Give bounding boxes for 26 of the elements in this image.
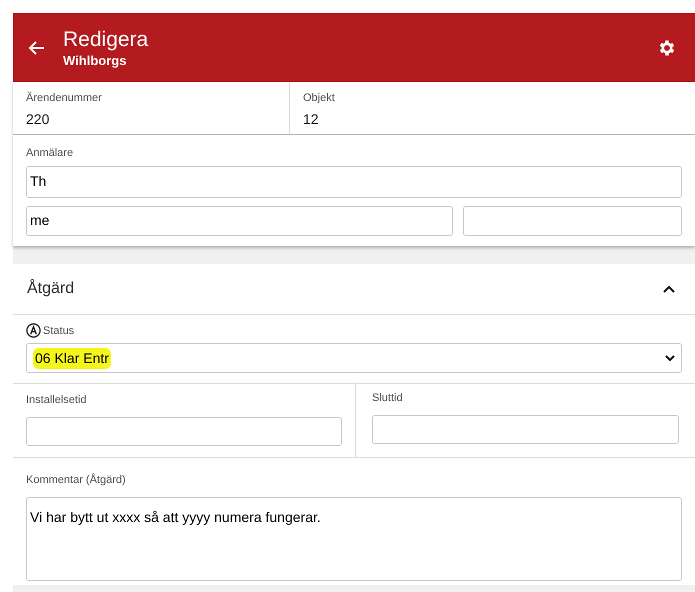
page-title: Redigera: [63, 26, 148, 52]
status-dropdown[interactable]: 06 Klar Entr: [26, 343, 682, 373]
comment-field[interactable]: Vi har bytt ut xxxx så att yyyy numera fungerar.: [26, 496, 682, 580]
input-field[interactable]: [372, 414, 679, 444]
input-field[interactable]: [26, 416, 342, 446]
field-label: Objekt: [303, 91, 336, 106]
field-label: Ärendenummer: [26, 90, 103, 106]
field-label: Anmälare: [26, 146, 74, 161]
input-field[interactable]: Th: [26, 166, 682, 198]
field-label: Sluttid: [372, 391, 404, 406]
input-field[interactable]: [463, 206, 682, 236]
a-circle-icon: [26, 323, 41, 338]
field-value: 220: [26, 110, 50, 128]
settings-icon[interactable]: [657, 38, 677, 58]
chevron-down-icon: [665, 354, 675, 362]
field-label: Status: [43, 324, 74, 338]
field-label: Installelsetid: [26, 393, 88, 408]
field-label: Kommentar (Åtgärd): [26, 472, 127, 488]
input-field[interactable]: me: [26, 206, 453, 236]
section-title: Åtgärd: [27, 278, 74, 298]
page-subtitle: Wihlborgs: [63, 52, 128, 68]
field-value: 12: [303, 110, 320, 128]
status-value: 06 Klar Entr: [33, 348, 111, 368]
section-header[interactable]: Åtgärd: [13, 264, 695, 314]
chevron-up-icon[interactable]: [663, 284, 675, 292]
back-icon[interactable]: [27, 40, 45, 56]
